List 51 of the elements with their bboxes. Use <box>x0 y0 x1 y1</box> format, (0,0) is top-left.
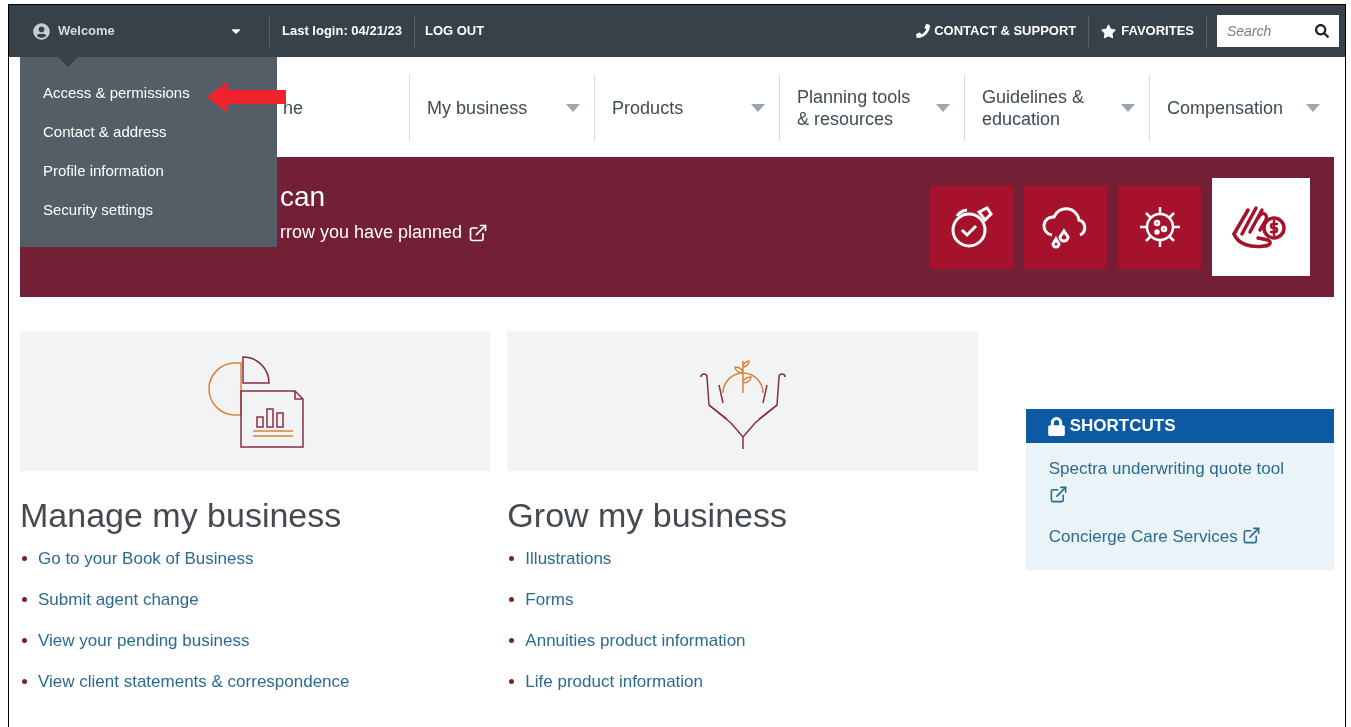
banner-tile[interactable] <box>1024 185 1107 269</box>
nav-menu-item[interactable]: Products <box>594 74 780 141</box>
section-link[interactable]: View your pending business <box>38 627 250 654</box>
favorites-link[interactable]: FAVORITES <box>1089 21 1206 41</box>
section-link[interactable]: Submit agent change <box>38 586 199 613</box>
section-link[interactable]: Life product information <box>525 668 703 695</box>
section-link[interactable]: View client statements & correspondence <box>38 668 350 695</box>
dropdown-menu-item[interactable]: Contact & address <box>43 121 167 144</box>
log-out-link[interactable]: LOG OUT <box>414 21 495 41</box>
welcome-menu[interactable]: Welcome <box>9 5 259 57</box>
dropdown-menu-item[interactable]: Security settings <box>43 199 154 222</box>
contact-support-link[interactable]: CONTACT & SUPPORT <box>904 21 1089 41</box>
dropdown-menu-item[interactable]: Access & permissions <box>43 82 190 105</box>
bullet-icon <box>22 556 27 561</box>
bullet-icon <box>509 679 515 684</box>
search-icon[interactable] <box>1315 24 1329 38</box>
section-link[interactable]: Annuities product information <box>525 627 746 654</box>
last-login: Last login: 04/21/23 <box>281 22 403 41</box>
shortcut-link[interactable]: Spectra underwriting quote tool <box>1048 455 1299 509</box>
bullet-icon <box>22 597 27 602</box>
section-heading: Grow my business <box>507 495 788 535</box>
external-link-icon <box>1242 526 1262 545</box>
banner-tile[interactable] <box>1212 178 1310 276</box>
bullet-icon <box>509 638 515 643</box>
shortcuts-title: SHORTCUTS <box>1069 415 1176 438</box>
nav-menu-item[interactable]: My business <box>409 74 595 141</box>
nav-menu-item[interactable]: Compensation <box>1149 74 1335 141</box>
banner-tile[interactable] <box>1118 185 1201 269</box>
shortcut-link[interactable]: Concierge Care Services <box>1048 523 1311 550</box>
section-link[interactable]: Go to your Book of Business <box>38 545 254 572</box>
nav-menu-item[interactable]: Planning tools & resources <box>779 74 965 141</box>
bullet-icon <box>22 638 27 643</box>
section-link[interactable]: Forms <box>525 586 574 613</box>
banner-tile[interactable] <box>930 185 1013 269</box>
search-field[interactable]: Search <box>1217 15 1339 47</box>
bullet-icon <box>22 679 27 684</box>
dropdown-menu-item[interactable]: Profile information <box>43 160 164 183</box>
lock-icon <box>1047 416 1065 436</box>
banner-heading: can <box>280 181 327 213</box>
banner-link[interactable]: rrow you have planned <box>280 219 489 246</box>
bullet-icon <box>509 597 515 602</box>
nav-menu-item[interactable]: Guidelines & education <box>964 74 1150 141</box>
star-icon <box>1101 23 1117 39</box>
phone-icon <box>916 24 931 38</box>
user-icon <box>33 22 50 40</box>
section-heading: Manage my business <box>20 495 343 535</box>
section-link[interactable]: Illustrations <box>525 545 612 572</box>
bullet-icon <box>509 556 515 561</box>
external-link-icon <box>1048 485 1068 504</box>
chart-document-icon <box>205 353 306 449</box>
external-link-icon <box>468 222 489 243</box>
